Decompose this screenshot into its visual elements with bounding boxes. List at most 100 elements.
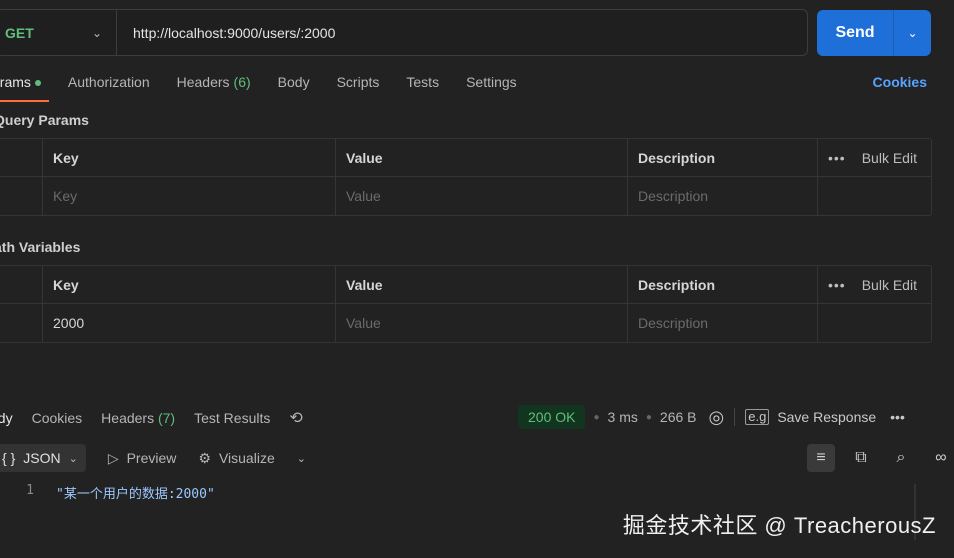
bulk-edit-button[interactable]: ••• Bulk Edit — [828, 277, 917, 293]
table-row: Key Value Description — [0, 177, 931, 215]
response-meta: 200 OK ● 3 ms ● 266 B ◎ e.g Save Respons… — [518, 404, 905, 430]
tab-label: Headers — [176, 74, 230, 90]
chevron-down-icon: ⌄ — [68, 452, 78, 465]
copy-icon[interactable]: ⧉ — [847, 444, 875, 472]
bulk-edit-button[interactable]: ••• Bulk Edit — [828, 150, 917, 166]
column-key: Key — [43, 266, 336, 303]
value-input[interactable]: Value — [336, 177, 628, 215]
path-variables-table: Key Value Description ••• Bulk Edit 2000… — [0, 265, 932, 343]
column-key: Key — [43, 139, 336, 176]
tab-response-headers[interactable]: Headers (7) — [101, 410, 175, 426]
description-input[interactable]: Description — [628, 304, 818, 342]
row-extra-cell — [818, 177, 931, 215]
braces-icon: { } — [2, 450, 16, 466]
tab-scripts[interactable]: Scripts — [337, 74, 380, 102]
more-horizontal-icon[interactable]: ••• — [890, 409, 905, 425]
status-badge[interactable]: 200 OK — [518, 405, 586, 429]
tab-label: Tests — [406, 74, 440, 90]
watermark: 掘金技术社区 @ TreacherousZ — [622, 513, 936, 538]
format-toolbar: { } JSON ⌄ ▷ Preview ⚙ Visualize ⌄ — [0, 444, 306, 472]
path-variables-title: ath Variables — [0, 239, 81, 255]
description-input[interactable]: Description — [628, 177, 818, 215]
table-row: 2000 Value Description — [0, 304, 931, 342]
history-icon[interactable]: ⟲ — [289, 408, 302, 428]
tab-label: Headers — [101, 410, 155, 426]
column-value: Value — [336, 139, 628, 176]
request-tabs: arams Authorization Headers(6) Body Scri… — [0, 74, 544, 102]
line-number: 1 — [26, 483, 34, 498]
tab-response-body[interactable]: ody — [0, 410, 13, 426]
column-description: Description — [628, 266, 818, 303]
column-description: Description — [628, 139, 818, 176]
preview-button[interactable]: ▷ Preview — [108, 450, 177, 467]
checkbox-column — [0, 266, 43, 303]
key-field: 2000 — [43, 304, 336, 342]
tab-authorization[interactable]: Authorization — [68, 74, 150, 102]
globe-icon[interactable]: ◎ — [709, 407, 725, 428]
tab-label: Settings — [466, 74, 517, 90]
more-horizontal-icon: ••• — [828, 276, 846, 293]
format-label: JSON — [23, 450, 61, 466]
visualize-icon: ⚙ — [198, 449, 211, 466]
code-text[interactable]: "某一个用户的数据:2000" — [56, 483, 215, 502]
method-select[interactable]: GET ⌄ — [0, 10, 117, 55]
key-input[interactable]: Key — [43, 177, 336, 215]
chevron-down-icon: ⌄ — [296, 452, 306, 465]
visualize-button[interactable]: ⚙ Visualize — [198, 450, 274, 467]
bulk-edit-label: Bulk Edit — [861, 276, 917, 293]
search-icon[interactable]: ⌕ — [887, 444, 915, 472]
active-dot-icon — [34, 80, 41, 87]
table-header-row: Key Value Description ••• Bulk Edit — [0, 139, 931, 177]
visualize-dropdown[interactable]: ⌄ — [297, 452, 306, 465]
divider — [734, 408, 736, 426]
save-response-button[interactable]: Save Response — [777, 409, 876, 425]
table-header-row: Key Value Description ••• Bulk Edit — [0, 266, 931, 304]
save-response-icon: e.g — [745, 409, 770, 425]
link-icon[interactable]: ∞ — [927, 444, 954, 472]
tab-count: (7) — [157, 410, 176, 426]
visualize-label: Visualize — [218, 450, 275, 466]
chevron-down-icon[interactable]: ⌄ — [894, 26, 931, 40]
more-horizontal-icon: ••• — [828, 149, 846, 166]
send-button[interactable]: Send ⌄ — [817, 10, 931, 56]
code-line: 1 "某一个用户的数据:2000" — [0, 483, 215, 502]
format-select[interactable]: { } JSON ⌄ — [0, 444, 86, 472]
response-tabs: ody Cookies Headers (7) Test Results ⟲ — [0, 408, 303, 428]
response-time[interactable]: 3 ms — [608, 409, 638, 425]
bulk-edit-cell: ••• Bulk Edit — [818, 139, 931, 176]
wrap-lines-icon[interactable]: ≡ — [807, 444, 835, 472]
tab-body[interactable]: Body — [278, 74, 310, 102]
tab-label: Authorization — [67, 74, 150, 90]
tab-count: (6) — [233, 74, 251, 90]
chevron-down-icon: ⌄ — [91, 25, 102, 40]
method-label: GET — [5, 24, 34, 41]
preview-label: Preview — [126, 450, 177, 466]
response-size[interactable]: 266 B — [660, 409, 697, 425]
tab-params[interactable]: arams — [0, 74, 49, 102]
body-tools: ≡ ⧉ ⌕ ∞ — [807, 444, 954, 472]
cookies-link[interactable]: Cookies — [873, 74, 927, 90]
tab-label: Scripts — [336, 74, 380, 90]
value-input[interactable]: Value — [336, 304, 628, 342]
row-extra-cell — [818, 304, 931, 342]
send-label: Send — [835, 24, 875, 41]
row-spacer — [0, 304, 43, 342]
tab-label: arams — [0, 74, 31, 90]
bulk-edit-label: Bulk Edit — [861, 149, 917, 166]
tab-test-results[interactable]: Test Results — [194, 410, 270, 426]
bulk-edit-cell: ••• Bulk Edit — [818, 266, 931, 303]
row-checkbox[interactable] — [0, 177, 43, 215]
url-input[interactable]: http://localhost:9000/users/:2000 — [117, 25, 807, 41]
tab-response-cookies[interactable]: Cookies — [32, 410, 83, 426]
tab-label: Body — [277, 74, 310, 90]
tab-headers[interactable]: Headers (6) — [177, 74, 251, 102]
tab-tests[interactable]: Tests — [406, 74, 439, 102]
column-value: Value — [336, 266, 628, 303]
checkbox-column — [0, 139, 43, 176]
query-params-title: Query Params — [0, 112, 89, 128]
tab-settings[interactable]: Settings — [466, 74, 517, 102]
play-icon: ▷ — [107, 449, 119, 466]
separator-dot: ● — [645, 411, 652, 423]
separator-dot: ● — [593, 411, 600, 423]
url-bar: GET ⌄ http://localhost:9000/users/:2000 — [0, 9, 808, 56]
